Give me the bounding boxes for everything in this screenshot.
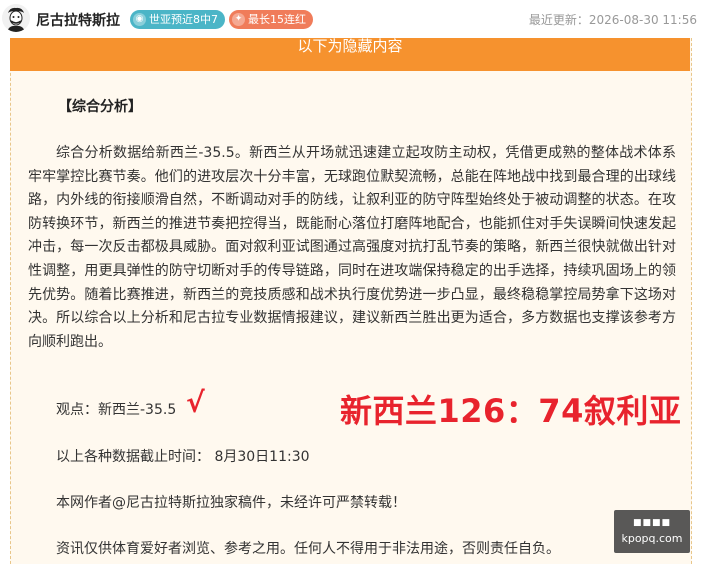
globe-icon: ◉ (133, 13, 146, 26)
site-watermark: ■■■■ kpopq.com (614, 510, 690, 553)
data-cutoff-text: 以上各种数据截止时间： 8月30日11:30 (56, 449, 310, 465)
check-mark-icon: √ (186, 386, 205, 419)
author-avatar[interactable] (2, 4, 30, 32)
section-title: 【综合分析】 (58, 99, 142, 115)
watermark-line1: ■■■■ (632, 518, 671, 528)
hidden-content-banner-label: 以下为隐藏内容 (297, 37, 403, 55)
badge-label: 世亚预近8中7 (149, 13, 218, 26)
last-updated: 最近更新：2026-08-30 11:56 (528, 13, 697, 27)
hidden-content-banner: 以下为隐藏内容 (10, 37, 690, 71)
disclaimer-text: 资讯仅供体育爱好者浏览、参考之用。任何人不得用于非法用途，否则责任自负。 (56, 541, 560, 557)
prediction-record-badge: ◉ 世亚预近8中7 (130, 10, 225, 29)
viewpoint-text: 观点：新西兰-35.5 (56, 402, 177, 418)
avatar-portrait-icon (2, 4, 30, 32)
top-bar: 尼古拉特斯拉 ◉ 世亚预近8中7 ✦ 最长15连红 最近更新：2026-08-3… (0, 0, 703, 38)
final-score: 新西兰126：74叙利亚 (340, 392, 682, 430)
flame-icon: ✦ (232, 13, 245, 26)
author-name[interactable]: 尼古拉特斯拉 (36, 10, 120, 30)
copyright-notice: 本网作者@尼古拉特斯拉独家稿件，未经许可严禁转载！ (56, 495, 406, 511)
streak-badge: ✦ 最长15连红 (229, 10, 313, 29)
watermark-line2: kpopq.com (621, 532, 683, 545)
analysis-paragraph: 综合分析数据给新西兰-35.5。新西兰从开场就迅速建立起攻防主动权，凭借更成熟的… (28, 145, 676, 350)
badge-label: 最长15连红 (248, 13, 306, 26)
